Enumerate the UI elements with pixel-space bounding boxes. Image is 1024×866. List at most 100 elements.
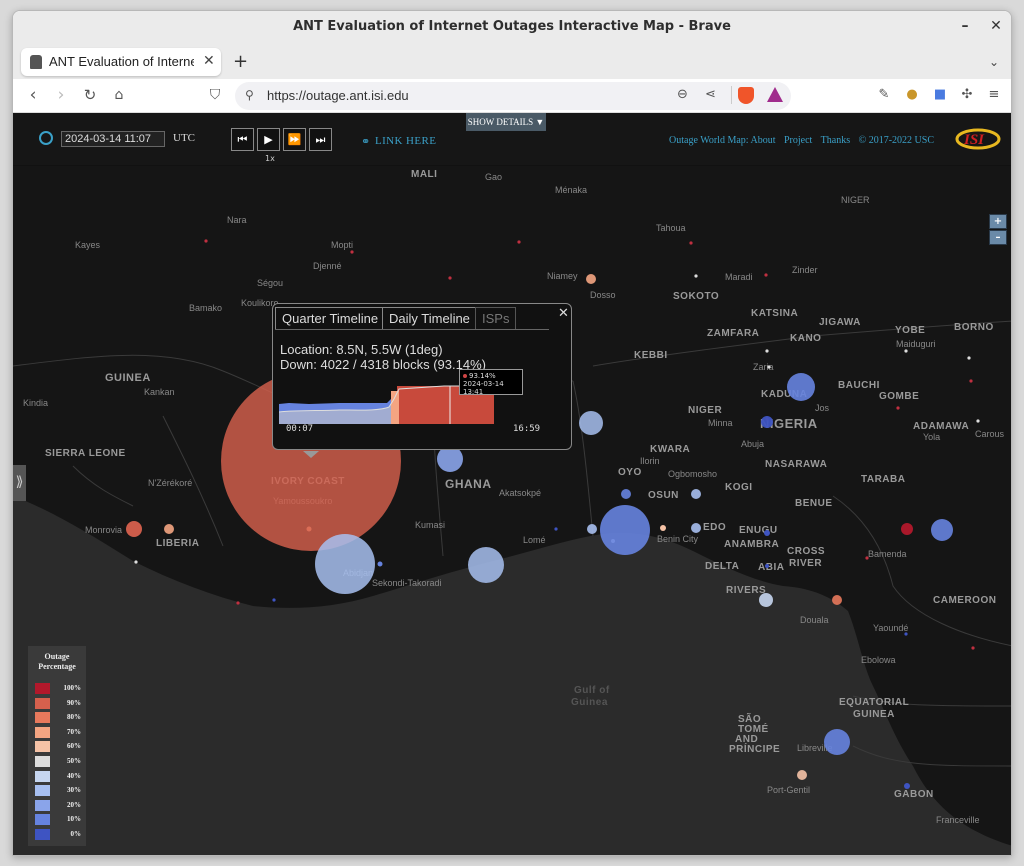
outage-legend: Outage Percentage 100% 90% 80% 70% 60% 50% 40%… <box>28 646 86 846</box>
tab-daily-timeline[interactable]: Daily Timeline <box>382 307 477 329</box>
share-icon[interactable]: ⋖ <box>705 87 716 102</box>
svg-text:Minna: Minna <box>708 418 733 428</box>
svg-text:Abuja: Abuja <box>741 439 764 449</box>
svg-text:Kankan: Kankan <box>144 387 175 397</box>
svg-text:Djenné: Djenné <box>313 261 342 271</box>
brave-shields-icon[interactable] <box>738 87 754 104</box>
window-title: ANT Evaluation of Internet Outages Inter… <box>293 19 731 34</box>
isi-logo[interactable]: ISI <box>955 125 1001 151</box>
svg-text:Tahoua: Tahoua <box>656 223 686 233</box>
address-bar[interactable]: ⚲ https://outage.ant.isi.edu ⊖ ⋖ <box>235 82 791 110</box>
svg-text:Ogbomosho: Ogbomosho <box>668 469 717 479</box>
timeline-start-label: 00:07 <box>286 424 314 434</box>
divider <box>731 86 732 104</box>
play-button[interactable]: ▶ <box>257 128 280 151</box>
legend-item: 10% <box>35 814 85 826</box>
tab-quarter-timeline[interactable]: Quarter Timeline <box>275 307 386 329</box>
legend-label: 30% <box>67 786 81 795</box>
extension-icon[interactable]: ● <box>903 87 921 105</box>
home-icon[interactable]: ⌂ <box>109 87 129 103</box>
svg-text:GUINEA: GUINEA <box>853 709 895 720</box>
bookmark-icon[interactable]: ⛉ <box>205 87 225 103</box>
show-details-button[interactable]: SHOW DETAILS ▼ <box>466 113 546 131</box>
zoom-out-icon[interactable]: ⊖ <box>677 87 688 102</box>
series-dot-icon <box>463 374 467 378</box>
url-text[interactable]: https://outage.ant.isi.edu <box>267 88 409 103</box>
link-icon[interactable]: ⚭ <box>361 135 370 148</box>
svg-text:Bamako: Bamako <box>189 303 222 313</box>
svg-text:CAMEROON: CAMEROON <box>933 595 996 606</box>
svg-text:Douala: Douala <box>800 615 829 625</box>
svg-text:GHANA: GHANA <box>445 477 492 491</box>
svg-text:Port-Gentil: Port-Gentil <box>767 785 810 795</box>
timeline-end-label: 16:59 <box>513 424 541 434</box>
location-popup: Quarter Timeline Daily Timeline ISPs ✕ L… <box>272 303 572 450</box>
browser-tab[interactable]: ANT Evaluation of Interne ✕ <box>21 48 221 76</box>
last-frame-button[interactable]: ⏭ <box>309 128 332 151</box>
new-tab-button[interactable]: + <box>233 51 248 72</box>
reload-icon[interactable]: ↻ <box>80 86 100 104</box>
legend-label: 80% <box>67 713 81 722</box>
thanks-link[interactable]: Thanks <box>821 135 850 146</box>
close-window-button[interactable]: ✕ <box>987 18 1005 34</box>
popup-close-icon[interactable]: ✕ <box>558 306 569 321</box>
svg-text:ABIA: ABIA <box>758 562 784 573</box>
sidebar-toggle-button[interactable]: ⟫ <box>13 465 26 501</box>
svg-text:GABON: GABON <box>894 789 934 800</box>
link-here-button[interactable]: LINK HERE <box>375 135 436 147</box>
legend-item: 20% <box>35 799 85 812</box>
copyright-link[interactable]: © 2017-2022 USC <box>859 135 934 146</box>
minimize-button[interactable]: – <box>956 18 974 34</box>
zoom-out-button[interactable]: – <box>989 230 1007 245</box>
outage-map[interactable]: MALI Gao Ménaka Tahoua Niamey Dosso Mara… <box>13 166 1011 856</box>
svg-text:TARABA: TARABA <box>861 474 905 485</box>
svg-text:ANAMBRA: ANAMBRA <box>724 539 779 550</box>
svg-text:Nara: Nara <box>227 215 247 225</box>
menu-icon[interactable]: ≡ <box>985 87 1003 105</box>
svg-text:ISI: ISI <box>963 132 985 148</box>
legend-item: 40% <box>35 770 85 783</box>
zoom-in-button[interactable]: + <box>989 214 1007 229</box>
project-link[interactable]: Project <box>784 135 812 146</box>
svg-text:CROSS: CROSS <box>787 546 825 557</box>
svg-text:Maradi: Maradi <box>725 272 753 282</box>
tab-list-chevron-icon[interactable]: ⌄ <box>989 55 999 69</box>
brave-rewards-icon[interactable] <box>767 87 783 102</box>
svg-text:KANO: KANO <box>790 333 821 344</box>
forward-button[interactable]: ⏩ <box>283 128 306 151</box>
svg-text:NIGER: NIGER <box>841 195 870 205</box>
svg-text:NASARAWA: NASARAWA <box>765 459 827 470</box>
map-header: UTC ⏮ ▶ ⏩ ⏭ 1x ⚭ LINK HERE SHOW DETAILS … <box>13 113 1011 166</box>
tab-isps[interactable]: ISPs <box>475 307 517 329</box>
favicon-icon <box>30 55 42 69</box>
svg-text:Ménaka: Ménaka <box>555 185 587 195</box>
legend-title-line: Percentage <box>38 662 76 671</box>
tab-close-icon[interactable]: ✕ <box>203 53 215 69</box>
svg-text:BORNO: BORNO <box>954 322 994 333</box>
svg-text:KWARA: KWARA <box>650 444 690 455</box>
extension-icon[interactable]: ✎ <box>875 87 893 105</box>
svg-text:Carous: Carous <box>975 429 1005 439</box>
legend-label: 40% <box>67 771 81 780</box>
legend-label: 90% <box>67 698 81 707</box>
svg-text:Dosso: Dosso <box>590 290 616 300</box>
legend-item: 50% <box>35 756 85 768</box>
browser-window: ANT Evaluation of Internet Outages Inter… <box>12 10 1012 856</box>
forward-icon[interactable]: › <box>51 85 71 105</box>
translate-icon[interactable]: ■ <box>931 87 949 105</box>
svg-text:Ebolowa: Ebolowa <box>861 655 896 665</box>
tab-bar: ANT Evaluation of Interne ✕ <box>13 43 1011 79</box>
svg-text:Kayes: Kayes <box>75 240 101 250</box>
svg-text:JIGAWA: JIGAWA <box>819 317 861 328</box>
title-bar: ANT Evaluation of Internet Outages Inter… <box>13 11 1011 43</box>
legend-label: 20% <box>67 800 81 809</box>
first-frame-button[interactable]: ⏮ <box>231 128 254 151</box>
back-icon[interactable]: ‹ <box>23 85 43 105</box>
clock-icon[interactable] <box>39 131 53 145</box>
extensions-puzzle-icon[interactable]: ✣ <box>958 87 976 105</box>
legend-swatch <box>35 770 50 782</box>
site-settings-icon[interactable]: ⚲ <box>245 88 254 102</box>
about-link[interactable]: Outage World Map: About <box>669 135 776 146</box>
date-input[interactable] <box>61 131 165 147</box>
svg-text:BAUCHI: BAUCHI <box>838 380 880 391</box>
